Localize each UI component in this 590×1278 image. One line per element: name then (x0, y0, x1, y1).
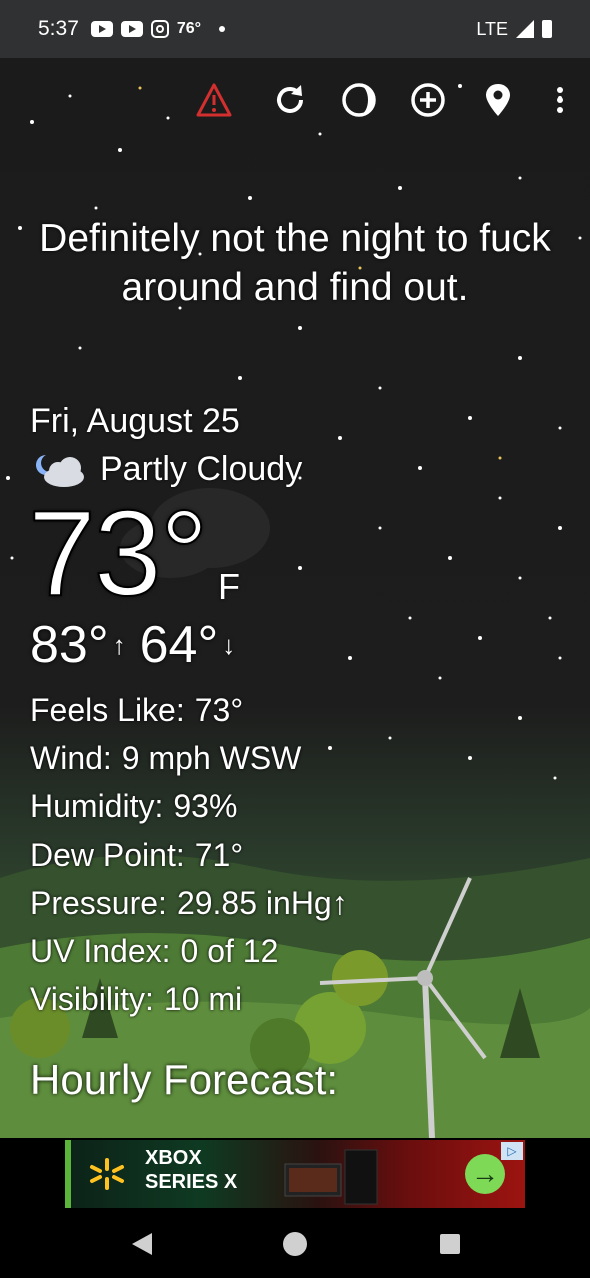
detail-value: 71° (194, 836, 244, 873)
battery-icon (542, 20, 552, 38)
high-temperature: 83° (30, 616, 109, 674)
signal-icon (516, 20, 534, 38)
ad-cta-arrow-icon[interactable]: → (465, 1154, 505, 1194)
partly-cloudy-night-icon (36, 454, 84, 487)
weather-main: Definitely not the night to fuck around … (0, 58, 590, 1138)
temperature-unit: F (218, 566, 240, 607)
youtube-icon (120, 21, 143, 37)
recents-button[interactable] (436, 1230, 464, 1258)
ad-headline: XBOX SERIES X (145, 1146, 237, 1194)
detail-value: 9 mph WSW (121, 740, 302, 777)
system-nav-bar (0, 1210, 590, 1278)
console-product-image (284, 1149, 378, 1205)
instagram-icon (150, 20, 169, 38)
network-label: LTE (476, 18, 508, 39)
status-time: 5:37 (38, 17, 79, 40)
detail-row: Wind: 9 mph WSW (30, 734, 348, 782)
detail-label: Pressure: (30, 884, 167, 921)
detail-label: UV Index: (30, 933, 171, 970)
home-icon (283, 1232, 307, 1256)
status-temperature: 76° (176, 20, 202, 37)
detail-row: Pressure: 29.85 inHg↑ (30, 879, 348, 927)
ad-banner[interactable]: XBOX SERIES X → ▷ (0, 1138, 590, 1210)
detail-value: 93% (173, 788, 238, 825)
add-location-button[interactable] (408, 80, 448, 120)
add-icon (411, 83, 445, 117)
detail-label: Humidity: (30, 788, 164, 825)
more-icon (557, 87, 563, 113)
condition-row: Partly Cloudy (30, 450, 302, 489)
condition-text: Partly Cloudy (100, 450, 303, 488)
location-icon (486, 84, 510, 116)
forecast-date: Fri, August 25 (30, 402, 240, 440)
youtube-icon (90, 21, 113, 37)
low-temperature: 64° (139, 616, 219, 674)
current-temperature: 73° (27, 485, 209, 621)
detail-row: UV Index: 0 of 12 (30, 927, 348, 975)
toolbar (190, 80, 580, 120)
detail-row: Humidity: 93% (30, 782, 348, 830)
detail-row: Dew Point: 71° (30, 831, 348, 879)
ad-choices-icon[interactable]: ▷ (501, 1142, 523, 1160)
detail-row: Visibility: 10 mi (30, 975, 348, 1023)
detail-label: Visibility: (30, 981, 154, 1018)
detail-value: 73° (194, 692, 244, 728)
detail-label: Dew Point: (30, 836, 185, 873)
weather-details: Feels Like: 73° Wind: 9 mph WSW Humidity: 9… (30, 686, 348, 1023)
moon-phase-icon (342, 83, 376, 117)
warning-icon (196, 83, 232, 117)
detail-row: Feels Like: 73° (30, 686, 348, 734)
weather-quote: Definitely not the night to fuck around … (39, 217, 551, 309)
moon-phase-button[interactable] (339, 80, 379, 120)
more-options-button[interactable] (540, 80, 580, 120)
notification-dot-icon (219, 26, 226, 32)
status-bar: 5:37 76° LTE (0, 0, 590, 58)
arrow-up-icon: ↑ (112, 629, 126, 660)
ad-accent-bar (65, 1140, 71, 1208)
location-button[interactable] (478, 80, 518, 120)
back-button[interactable] (128, 1230, 156, 1258)
recents-icon (440, 1234, 460, 1254)
refresh-icon (277, 85, 303, 113)
detail-value: 0 of 12 (180, 933, 279, 970)
status-right: LTE (476, 19, 552, 40)
ad-line1: XBOX (145, 1147, 202, 1169)
back-icon (132, 1233, 152, 1255)
ad-creative[interactable]: XBOX SERIES X → ▷ (65, 1140, 525, 1208)
refresh-button[interactable] (270, 80, 310, 120)
detail-label: Feels Like: (30, 692, 185, 728)
arrow-down-icon: ↓ (222, 629, 236, 660)
detail-label: Wind: (30, 740, 112, 777)
hourly-forecast-heading: Hourly Forecast: (30, 1056, 339, 1103)
detail-value: 29.85 inHg↑ (176, 884, 348, 921)
high-low: 83° ↑ 64° ↓ (30, 615, 249, 675)
detail-value: 10 mi (163, 981, 243, 1018)
warning-button[interactable] (194, 80, 234, 120)
ad-line2: SERIES X (145, 1171, 238, 1193)
walmart-spark-icon (90, 1158, 124, 1190)
home-button[interactable] (281, 1230, 309, 1258)
